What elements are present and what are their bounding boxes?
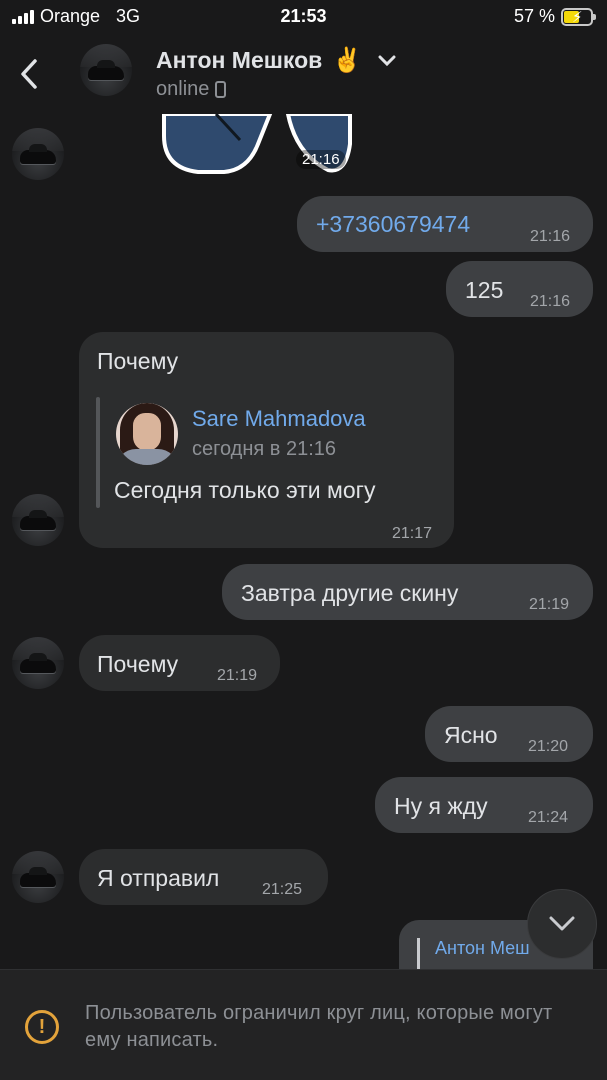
quoted-author-name[interactable]: Sare Mahmadova: [192, 406, 366, 432]
message-text: Ясно: [444, 722, 498, 748]
message-time: 21:17: [392, 525, 433, 542]
sender-avatar[interactable]: [12, 637, 64, 689]
message-text: Я отправил: [97, 865, 220, 891]
message-text: Завтра другие скину: [241, 580, 459, 606]
chevron-down-icon: [549, 916, 575, 931]
mobile-phone-icon: [215, 81, 227, 98]
quoted-author-name[interactable]: Антон Меш: [435, 938, 530, 959]
quoted-message-date: сегодня в 21:16: [192, 438, 336, 460]
restriction-text: Пользователь ограничил круг лиц, которые…: [85, 1002, 553, 1051]
message-text: 125: [465, 277, 504, 303]
contact-title[interactable]: Антон Мешков ✌️: [156, 46, 396, 75]
outgoing-message[interactable]: Завтра другие скину 21:19: [222, 564, 593, 620]
message-text: Почему: [97, 651, 179, 677]
contact-avatar[interactable]: [80, 44, 132, 96]
sender-avatar[interactable]: [12, 851, 64, 903]
message-text: Ну я жду: [394, 793, 488, 819]
message-time: 21:16: [530, 228, 571, 245]
message-time: 21:24: [528, 809, 569, 826]
message-time: 21:16: [530, 293, 571, 310]
message-time: 21:20: [528, 738, 569, 755]
chat-header: Антон Мешков ✌️ online: [0, 34, 607, 114]
incoming-message[interactable]: Я отправил 21:25: [79, 849, 328, 905]
sender-avatar[interactable]: [12, 128, 64, 180]
message-time: 21:19: [529, 596, 570, 613]
charging-bolt-icon: ⚡: [572, 8, 583, 26]
quoted-message-text: Сегодня только эти могу: [114, 477, 376, 503]
outgoing-message[interactable]: Ясно 21:20: [425, 706, 593, 762]
sender-avatar[interactable]: [12, 494, 64, 546]
status-bar: Orange 3G 21:53 57 % ⚡: [0, 0, 607, 34]
battery-icon: ⚡: [561, 7, 596, 26]
message-time: 21:16: [296, 150, 346, 169]
message-text: Почему: [97, 348, 179, 374]
forwarded-quote-bar: [96, 397, 100, 508]
message-time: 21:19: [217, 667, 258, 684]
message-time: 21:25: [262, 881, 303, 898]
outgoing-message[interactable]: +37360679474 21:16: [297, 196, 593, 252]
battery-percent: 57 %: [513, 6, 555, 26]
victory-hand-emoji: ✌️: [332, 47, 363, 74]
messaging-restricted-notice: ! Пользователь ограничил круг лиц, котор…: [0, 969, 607, 1080]
contact-name: Антон Мешков: [156, 47, 323, 73]
online-status-text: online: [156, 78, 210, 100]
chevron-down-icon[interactable]: [378, 55, 396, 67]
outgoing-message[interactable]: 125 21:16: [446, 261, 593, 317]
quoted-author-avatar[interactable]: [116, 403, 178, 465]
scroll-to-bottom-button[interactable]: [527, 889, 597, 959]
warning-icon: !: [25, 1010, 59, 1044]
incoming-message[interactable]: Почему 21:19: [79, 635, 280, 691]
back-button[interactable]: [14, 56, 44, 92]
phone-number-link[interactable]: +37360679474: [316, 210, 470, 238]
contact-status: online: [156, 78, 227, 101]
chevron-left-icon: [21, 59, 37, 89]
outgoing-message[interactable]: Ну я жду 21:24: [375, 777, 593, 833]
